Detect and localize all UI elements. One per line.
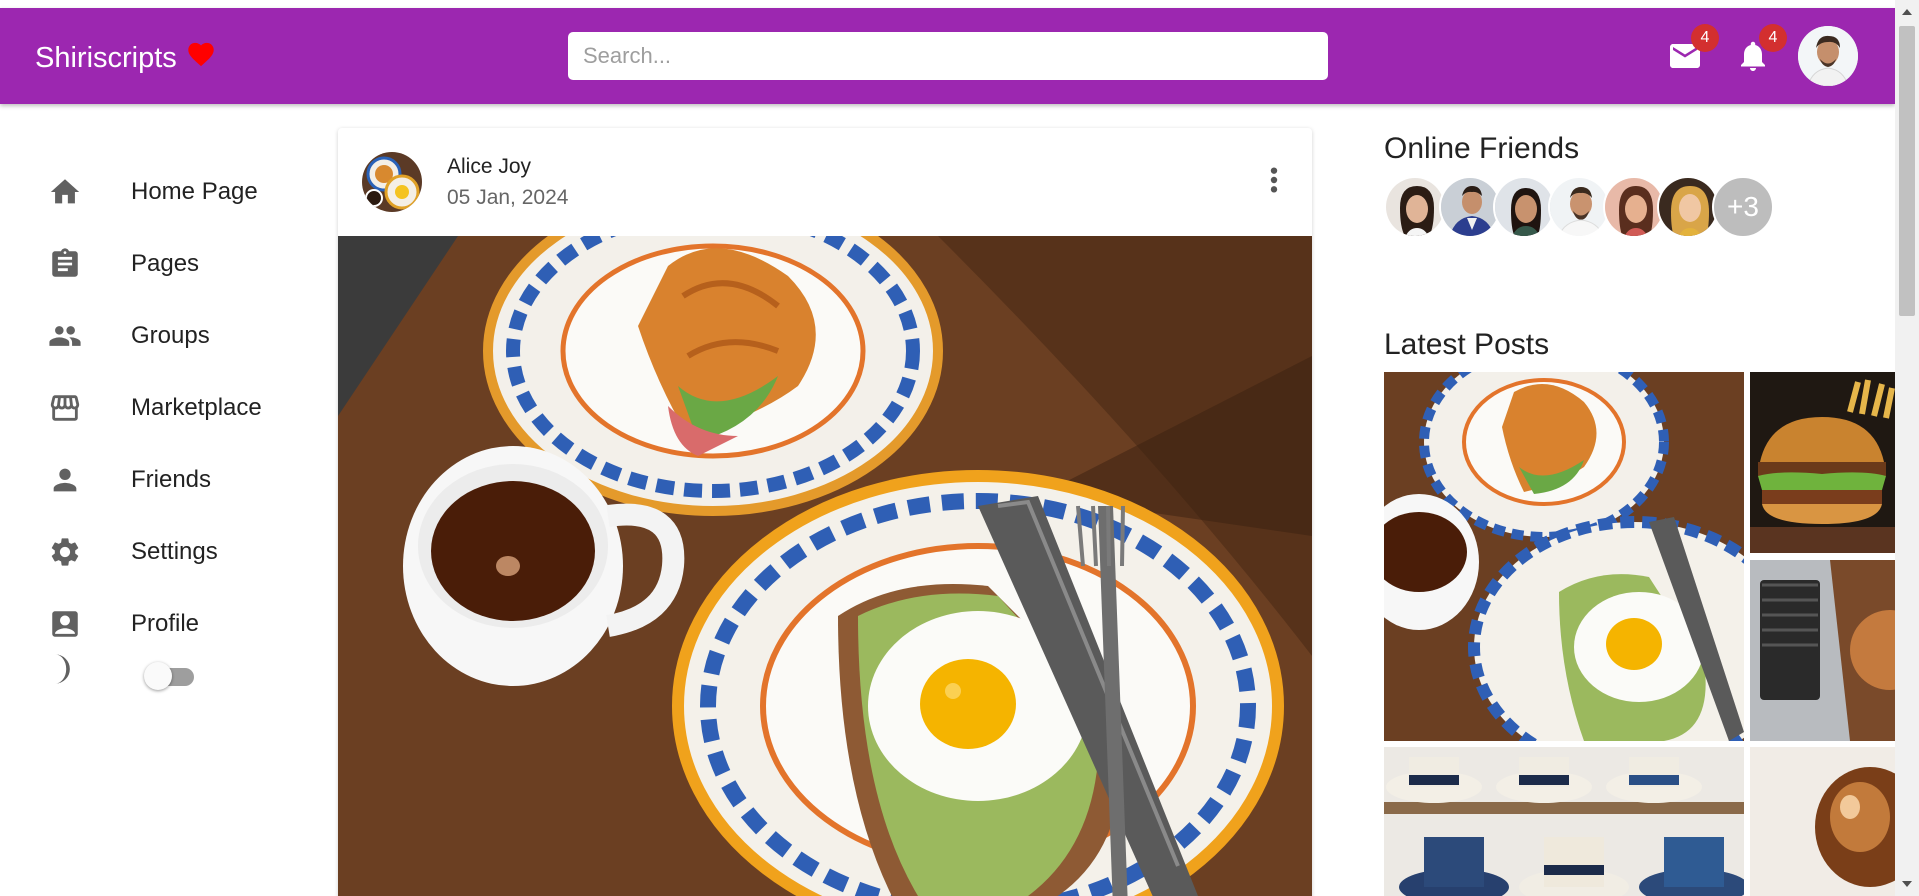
mail-badge: 4 [1691,24,1719,52]
sidebar-item-label: Home Page [131,178,258,205]
latest-post-image[interactable] [1384,747,1744,896]
post-card: Alice Joy 05 Jan, 2024 [338,128,1312,896]
user-avatar[interactable] [1798,26,1858,86]
latest-post-image[interactable] [1750,747,1895,896]
online-friend-avatar[interactable] [1657,176,1719,238]
more-friends-count[interactable]: +3 [1712,176,1774,238]
toggle-thumb [144,662,172,690]
sidebar-item-pages[interactable]: Pages [0,236,320,292]
scroll-up-arrow-icon[interactable] [1895,0,1919,24]
heart-icon [188,42,214,66]
moon-icon [55,654,70,684]
sidebar-item-settings[interactable]: Settings [0,524,320,580]
sidebar-item-label: Friends [131,466,212,493]
notifications-button[interactable]: 4 [1735,24,1787,74]
online-friend-avatar[interactable] [1548,176,1610,238]
sidebar-item-home[interactable]: Home Page [0,164,320,220]
post-author-avatar[interactable] [362,152,422,212]
sidebar-item-marketplace[interactable]: Marketplace [0,380,320,436]
notifications-badge: 4 [1759,24,1787,52]
sidebar-item-label: Pages [131,250,200,277]
home-icon [50,179,80,204]
latest-post-image[interactable] [1750,372,1895,553]
sidebar-item-label: Marketplace [131,394,262,421]
storefront-icon [50,395,80,421]
theme-toggle[interactable] [144,660,200,692]
post-author-avatar-image [362,152,422,212]
sidebar-item-friends[interactable]: Friends [0,452,320,508]
post-author-name[interactable]: Alice Joy [447,155,531,179]
logo-text: Shiriscripts [35,42,177,74]
logo[interactable]: Shiriscripts [35,42,217,75]
online-friend-avatar[interactable] [1439,176,1501,238]
latest-post-image[interactable] [1750,560,1895,741]
person-icon [53,468,77,492]
sidebar-item-label: Settings [131,538,218,565]
more-vertical-icon [1270,167,1278,193]
latest-posts-title: Latest Posts [1384,328,1550,361]
scroll-down-arrow-icon[interactable] [1895,872,1919,896]
post-breakfast-photo [338,236,1312,896]
people-icon [49,326,81,346]
top-strip [0,0,1895,8]
gear-icon [51,538,79,566]
post-more-button[interactable] [1258,160,1290,200]
online-friends-title: Online Friends [1384,132,1580,165]
online-friend-avatar[interactable] [1493,176,1555,238]
sidebar-item-profile[interactable]: Profile [0,596,320,652]
online-friend-avatar[interactable] [1603,176,1665,238]
scrollbar-thumb[interactable] [1899,26,1915,316]
post-image[interactable] [338,236,1312,896]
online-friend-avatar[interactable] [1384,176,1446,238]
sidebar-item-groups[interactable]: Groups [0,308,320,364]
search-input[interactable] [568,32,1328,80]
mail-button[interactable]: 4 [1667,24,1719,74]
page-scrollbar[interactable] [1895,0,1919,896]
user-avatar-image [1798,26,1858,86]
clipboard-icon [52,248,78,277]
post-date: 05 Jan, 2024 [447,186,569,209]
account-box-icon [52,611,78,637]
sidebar-item-label: Groups [131,322,210,349]
sidebar-item-label: Profile [131,610,200,637]
latest-post-image[interactable] [1384,372,1744,741]
